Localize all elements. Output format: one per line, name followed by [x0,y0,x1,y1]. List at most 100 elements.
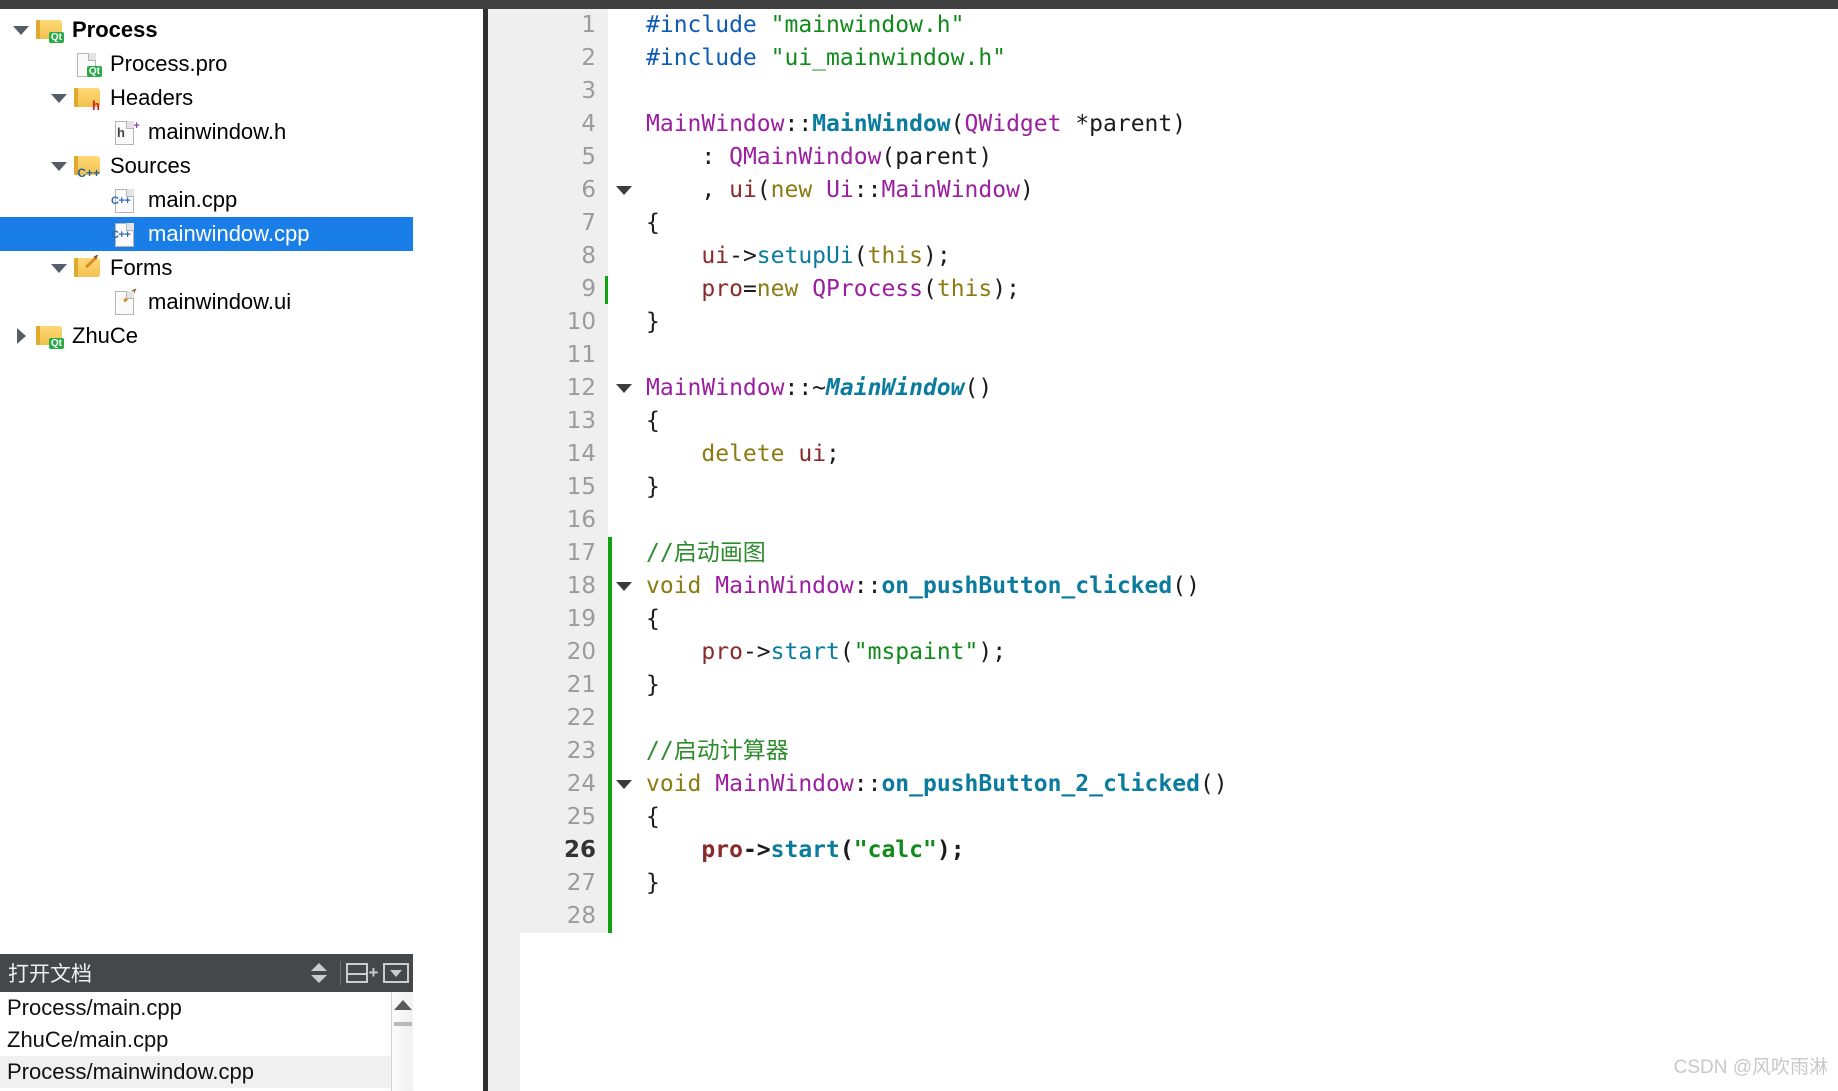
code-token: MainWindow [715,573,854,599]
line-number: 2 [488,42,596,75]
fold-collapse-icon[interactable] [616,570,632,603]
tree-item-forms[interactable]: Forms [0,251,413,285]
code-line[interactable]: 15} [488,471,1838,504]
chevron-down-icon[interactable] [46,263,72,273]
code-line[interactable]: 3 [488,75,1838,108]
code-line[interactable]: 14 delete ui; [488,438,1838,471]
document-list-item[interactable]: Process/mainwindow.cpp [0,1056,391,1088]
code-line[interactable]: 11 [488,339,1838,372]
line-number: 24 [488,768,596,801]
changed-line-marker [608,636,612,669]
code-line[interactable]: 19 { [488,603,1838,636]
code-token: setupUi [756,243,854,269]
code-line[interactable]: 26 pro->start("calc"); [488,834,1838,867]
code-line[interactable]: 17 //启动画图 [488,537,1838,570]
line-number: 20 [488,636,596,669]
close-dropdown-button[interactable] [379,954,413,992]
chevron-down-icon[interactable] [46,161,72,171]
code-line[interactable]: 13 { [488,405,1838,438]
chevron-right-icon[interactable] [8,328,34,344]
tree-item-mainwindow-cpp[interactable]: C++ mainwindow.cpp [0,217,413,251]
changed-line-marker [608,735,612,768]
tree-item-mainwindow-ui[interactable]: mainwindow.ui [0,285,413,319]
document-list-item[interactable]: Process/main.cpp [0,992,391,1024]
code-line[interactable]: 9 pro=new QProcess(this); [488,273,1838,306]
code-token: parent [1089,111,1173,137]
code-line[interactable]: 22 [488,702,1838,735]
code-line[interactable]: 7{ [488,207,1838,240]
code-token: ( [839,639,854,665]
code-text: } [646,867,660,900]
code-line[interactable]: 4 MainWindow::MainWindow(QWidget *parent) [488,108,1838,141]
code-token: ); [978,639,1007,665]
tree-item-mainwindow-h[interactable]: h ++ mainwindow.h [0,115,413,149]
code-line[interactable]: 23 //启动计算器 [488,735,1838,768]
project-tree[interactable]: Qt Process Qt Process.pro h Headers h ++ mainwin… [0,9,413,353]
changed-line-marker [608,603,612,636]
line-number: 27 [488,867,596,900]
code-lines[interactable]: 1 #include "mainwindow.h" 2 #include "ui_ma… [488,9,1838,933]
line-number: 10 [488,306,596,339]
code-line[interactable]: 8 ui->setupUi(this); [488,240,1838,273]
tree-item-headers[interactable]: h Headers [0,81,413,115]
code-token: this [867,243,923,269]
code-token: //启动画图 [646,540,766,566]
open-documents-list[interactable]: Process/main.cpp ZhuCe/main.cpp Process/ma… [0,992,391,1091]
project-tree-panel[interactable]: Qt Process Qt Process.pro h Headers h ++ mainwin… [0,9,413,954]
code-text: { [646,603,660,636]
chevron-down-icon[interactable] [8,25,34,35]
code-line[interactable]: 21} [488,669,1838,702]
code-editor[interactable]: 1 #include "mainwindow.h" 2 #include "ui_ma… [488,9,1838,1091]
code-token: :: [853,771,882,797]
line-number: 13 [488,405,596,438]
code-token: void [646,771,702,797]
code-line[interactable]: 24 void MainWindow::on_pushButton_2_click… [488,768,1838,801]
code-line[interactable]: 1 #include "mainwindow.h" [488,9,1838,42]
fold-collapse-icon[interactable] [616,174,632,207]
document-list-item[interactable]: ZhuCe/main.cpp [0,1024,391,1056]
code-token: :: [853,573,882,599]
code-token: ); [992,276,1020,302]
sort-updown-button[interactable] [302,954,336,992]
code-line[interactable]: 2 #include "ui_mainwindow.h" [488,42,1838,75]
code-token: pro [701,837,743,863]
fold-collapse-icon[interactable] [616,372,632,405]
split-add-button[interactable]: + [345,954,379,992]
fold-collapse-icon[interactable] [616,768,632,801]
code-token: :: [784,111,813,137]
open-documents-header: 打开文档 + [0,954,413,992]
code-token: new [756,276,799,302]
tree-item-zhuce[interactable]: Qt ZhuCe [0,319,413,353]
tree-item-label: Headers [110,85,194,110]
code-token: on_pushButton_clicked [881,573,1173,599]
code-token: : [646,144,730,170]
code-line[interactable]: 25 { [488,801,1838,834]
code-line[interactable]: 28 [488,900,1838,933]
code-line[interactable]: 5 : QMainWindow(parent) [488,141,1838,174]
scrollbar-thumb[interactable] [394,1022,412,1026]
code-line[interactable]: 10} [488,306,1838,339]
tree-item-process[interactable]: Qt Process [0,13,413,47]
code-line[interactable]: 18 void MainWindow::on_pushButton_clicked… [488,570,1838,603]
code-line[interactable]: 27} [488,867,1838,900]
open-documents-scrollbar[interactable] [391,992,413,1091]
line-number: 16 [488,504,596,537]
code-line[interactable]: 6 , ui(new Ui::MainWindow) [488,174,1838,207]
code-token: this [936,276,993,302]
tree-item-main-cpp[interactable]: C++ main.cpp [0,183,413,217]
code-line[interactable]: 20 pro->start("mspaint"); [488,636,1838,669]
panel-gap [413,9,483,1091]
chevron-down-icon[interactable] [46,93,72,103]
scroll-up-arrow-icon[interactable] [393,1000,412,1010]
code-token: } [646,309,660,335]
code-line[interactable]: 16 [488,504,1838,537]
code-line[interactable]: 12 MainWindow::~MainWindow() [488,372,1838,405]
qt-file-icon: Qt [72,51,102,77]
code-token: ; [826,441,840,467]
dropdown-box-icon [383,963,409,983]
code-token: ) [978,144,993,170]
tree-item-process-pro[interactable]: Qt Process.pro [0,47,413,81]
tree-item-sources[interactable]: C++ Sources [0,149,413,183]
code-token: #include [646,45,771,71]
